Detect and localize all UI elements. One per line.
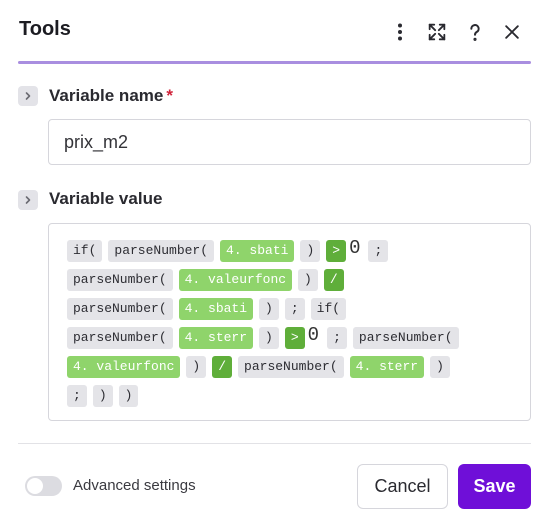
formula-function-token[interactable]: ) xyxy=(92,384,113,407)
formula-function-token[interactable]: ) xyxy=(259,326,279,349)
dialog-header: Tools xyxy=(0,0,556,64)
save-button[interactable]: Save xyxy=(458,464,531,509)
formula-variable-pill[interactable]: 4. sterr xyxy=(178,326,254,349)
formula-line: parseNumber(4. valeurfonc) / xyxy=(67,265,514,294)
formula-variable-pill[interactable]: 4. sbati xyxy=(220,239,295,262)
close-icon[interactable] xyxy=(500,20,524,44)
variable-name-label-text: Variable name xyxy=(49,86,164,105)
help-icon[interactable] xyxy=(463,20,487,44)
variable-name-chevron-icon[interactable] xyxy=(18,86,38,106)
variable-name-label: Variable name * xyxy=(49,86,173,106)
toggle-knob xyxy=(27,478,43,494)
footer-divider xyxy=(18,443,531,444)
formula-function-token[interactable]: ) xyxy=(259,297,279,320)
formula-function-token[interactable]: parseNumber( xyxy=(67,326,173,349)
formula-function-token[interactable]: parseNumber( xyxy=(238,355,344,378)
formula-function-token[interactable]: ; xyxy=(67,384,87,407)
formula-line: ;)) xyxy=(67,381,514,410)
formula-function-token[interactable]: ) xyxy=(430,355,450,378)
formula-operator-pill[interactable]: > xyxy=(284,326,305,349)
formula-function-token[interactable]: if( xyxy=(310,297,347,320)
variable-value-label: Variable value xyxy=(49,189,163,208)
formula-function-token[interactable]: ) xyxy=(300,239,321,262)
formula-function-token[interactable]: parseNumber( xyxy=(108,239,215,262)
formula-operator-pill[interactable]: / xyxy=(323,268,344,291)
formula-variable-pill[interactable]: 4. sterr xyxy=(349,355,425,378)
formula-function-token[interactable]: parseNumber( xyxy=(67,297,173,320)
formula-literal: 0 xyxy=(307,324,320,346)
formula-line: parseNumber(4. sterr) >0; parseNumber( xyxy=(67,323,514,352)
formula-variable-pill[interactable]: 4. sbati xyxy=(178,297,254,320)
formula-variable-pill[interactable]: 4. valeurfonc xyxy=(178,268,293,291)
formula-operator-pill[interactable]: / xyxy=(212,355,233,378)
formula-variable-pill[interactable]: 4. valeurfonc xyxy=(67,355,181,378)
formula-line: 4. valeurfonc) / parseNumber(4. sterr) xyxy=(67,352,514,381)
variable-value-chevron-icon[interactable] xyxy=(18,190,38,210)
formula-function-token[interactable]: ; xyxy=(327,326,347,349)
formula-function-token[interactable]: if( xyxy=(67,239,103,262)
formula-function-token[interactable]: ; xyxy=(284,297,305,320)
formula-function-token[interactable]: ) xyxy=(298,268,318,291)
expand-icon[interactable] xyxy=(425,20,449,44)
formula-literal: 0 xyxy=(349,237,361,259)
formula-line: parseNumber(4. sbati); if( xyxy=(67,294,514,323)
formula-function-token[interactable]: ; xyxy=(368,239,389,262)
variable-value-editor[interactable]: if(parseNumber(4. sbati) >0; parseNumber(4… xyxy=(48,223,531,421)
variable-name-input[interactable] xyxy=(48,119,531,165)
formula-function-token[interactable]: ) xyxy=(186,355,207,378)
formula-operator-pill[interactable]: > xyxy=(326,239,347,262)
header-accent-line xyxy=(18,61,531,64)
advanced-settings-toggle[interactable] xyxy=(25,476,62,496)
formula-function-token[interactable]: parseNumber( xyxy=(67,268,173,291)
required-mark: * xyxy=(166,86,173,105)
formula-line: if(parseNumber(4. sbati) >0; xyxy=(67,236,514,265)
more-vertical-icon[interactable] xyxy=(388,20,412,44)
formula-function-token[interactable]: parseNumber( xyxy=(352,326,459,349)
advanced-settings-label: Advanced settings xyxy=(73,477,196,494)
dialog-title: Tools xyxy=(19,18,71,40)
cancel-button[interactable]: Cancel xyxy=(357,464,448,509)
formula-function-token[interactable]: ) xyxy=(118,384,139,407)
